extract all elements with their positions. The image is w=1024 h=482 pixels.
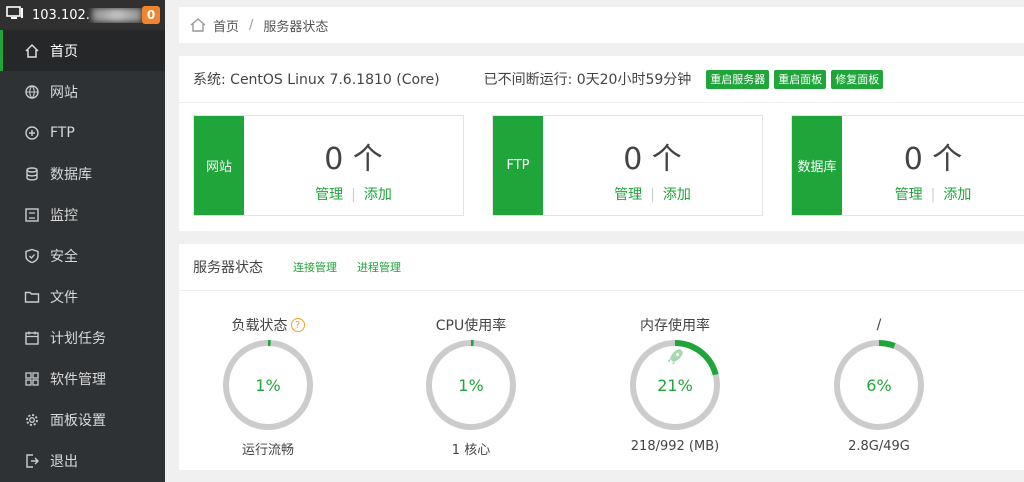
sidebar-item-label: FTP [50, 124, 75, 141]
restart-server-button[interactable]: 重启服务器 [706, 69, 770, 89]
home-icon [24, 43, 40, 59]
add-link[interactable]: 添加 [663, 187, 691, 203]
database-icon [24, 166, 40, 182]
server-ip: 103.102. [32, 8, 142, 23]
server-status-header: 服务器状态 连接管理 进程管理 [179, 244, 1024, 291]
gauge-value: 1% [458, 376, 483, 395]
system-line: 系统: CentOS Linux 7.6.1810 (Core) 已不间断运行:… [179, 56, 1024, 103]
stat-tag: 网站 [194, 116, 244, 215]
server-status-title: 服务器状态 [193, 260, 263, 276]
add-link[interactable]: 添加 [943, 187, 971, 203]
globe-icon [24, 84, 40, 100]
os-info: 系统: CentOS Linux 7.6.1810 (Core) [193, 72, 440, 88]
sidebar-item-label: 面板设置 [50, 412, 106, 429]
manage-link[interactable]: 管理 [315, 187, 343, 203]
gauge-value: 21% [657, 376, 693, 395]
gauge-ring: 1% [223, 340, 313, 430]
sidebar-item-label: 首页 [50, 43, 78, 60]
repair-panel-button[interactable]: 修复面板 [831, 69, 884, 89]
sidebar: 103.102. 0 首页 网站 FTP 数据库 监控 安全 文件 计划任务 软… [0, 0, 165, 482]
stat-links: 管理 | 添加 [614, 187, 691, 203]
home-icon[interactable] [189, 17, 207, 33]
stat-links: 管理 | 添加 [315, 187, 392, 203]
shield-icon [24, 248, 40, 264]
logout-icon [24, 453, 40, 469]
load-gauge[interactable]: 负载状态? 1% 运行流畅 [218, 315, 318, 458]
breadcrumb-separator: / [249, 17, 254, 33]
gauge-sub: 1 核心 [451, 443, 491, 458]
add-link[interactable]: 添加 [364, 187, 392, 203]
stat-links: 管理 | 添加 [894, 187, 972, 203]
sidebar-item-label: 退出 [50, 453, 78, 470]
gauge-label: 负载状态 [231, 318, 288, 334]
ftp-icon [24, 125, 40, 141]
stat-count: 0 个 [324, 142, 383, 177]
calendar-icon [24, 330, 40, 346]
gauge-sub: 运行流畅 [241, 443, 294, 458]
gauge-value: 1% [255, 376, 280, 395]
sidebar-item-files[interactable]: 文件 [0, 276, 165, 317]
server-header: 103.102. 0 [0, 0, 165, 30]
memory-gauge[interactable]: 内存使用率 21% 218/992 (MB) [625, 315, 725, 454]
gear-icon [24, 412, 40, 428]
stat-count: 0 个 [903, 142, 963, 177]
gauge-ring: 6% [834, 340, 924, 430]
sidebar-item-label: 软件管理 [50, 371, 106, 388]
sidebar-item-logout[interactable]: 退出 [0, 440, 165, 481]
breadcrumb-home[interactable]: 首页 [213, 16, 239, 35]
manage-link[interactable]: 管理 [895, 187, 923, 203]
apps-icon [24, 371, 40, 387]
sidebar-item-website[interactable]: 网站 [0, 71, 165, 112]
disk-gauge[interactable]: / 6% 2.8G/49G [829, 315, 929, 454]
monitor-icon [24, 207, 40, 223]
uptime-info: 已不间断运行: 0天20小时59分钟 [483, 72, 692, 88]
help-icon[interactable]: ? [290, 318, 305, 332]
folder-icon [24, 289, 40, 305]
gauge-sub: 2.8G/49G [848, 439, 910, 454]
connection-manage-link[interactable]: 连接管理 [293, 259, 337, 275]
stat-tag: 数据库 [792, 116, 842, 215]
restart-panel-button[interactable]: 重启面板 [774, 69, 827, 89]
ftp-stat-card: FTP 0 个 管理 | 添加 [492, 115, 763, 216]
breadcrumb-current: 服务器状态 [263, 19, 329, 35]
system-info-panel: 系统: CentOS Linux 7.6.1810 (Core) 已不间断运行:… [179, 56, 1024, 231]
notification-badge[interactable]: 0 [142, 6, 160, 24]
sidebar-item-label: 安全 [50, 248, 78, 265]
gauge-value: 6% [866, 376, 891, 395]
process-manage-link[interactable]: 进程管理 [357, 259, 401, 275]
server-status-panel: 服务器状态 连接管理 进程管理 负载状态? 1% 运行流畅 CPU使用率 1% … [179, 244, 1024, 470]
website-stat-card: 网站 0 个 管理 | 添加 [193, 115, 464, 216]
stat-count: 0 个 [623, 142, 682, 177]
server-icon [6, 5, 24, 25]
sidebar-item-label: 网站 [50, 84, 78, 101]
manage-link[interactable]: 管理 [614, 187, 642, 203]
gauge-ring: 21% [630, 340, 720, 430]
rocket-icon[interactable] [667, 349, 683, 365]
gauge-label: / [876, 317, 882, 333]
sidebar-item-database[interactable]: 数据库 [0, 153, 165, 194]
gauge-ring: 1% [426, 340, 516, 430]
sidebar-item-settings[interactable]: 面板设置 [0, 399, 165, 440]
sidebar-item-ftp[interactable]: FTP [0, 112, 165, 153]
sidebar-item-security[interactable]: 安全 [0, 235, 165, 276]
sidebar-item-label: 文件 [50, 289, 78, 306]
sidebar-item-label: 数据库 [50, 166, 92, 183]
cpu-gauge[interactable]: CPU使用率 1% 1 核心 [421, 315, 521, 458]
gauge-label: CPU使用率 [435, 318, 507, 334]
sidebar-item-home[interactable]: 首页 [0, 30, 165, 71]
database-stat-card: 数据库 0 个 管理 | 添加 [791, 115, 1024, 216]
sidebar-item-cron[interactable]: 计划任务 [0, 317, 165, 358]
gauge-sub: 218/992 (MB) [630, 439, 720, 454]
sidebar-item-label: 监控 [50, 207, 78, 224]
gauge-label: 内存使用率 [640, 318, 710, 334]
sidebar-item-monitor[interactable]: 监控 [0, 194, 165, 235]
sidebar-item-software[interactable]: 软件管理 [0, 358, 165, 399]
stat-tag: FTP [493, 116, 543, 215]
sidebar-item-label: 计划任务 [50, 330, 106, 347]
breadcrumb: 首页 / 服务器状态 [179, 7, 1024, 43]
